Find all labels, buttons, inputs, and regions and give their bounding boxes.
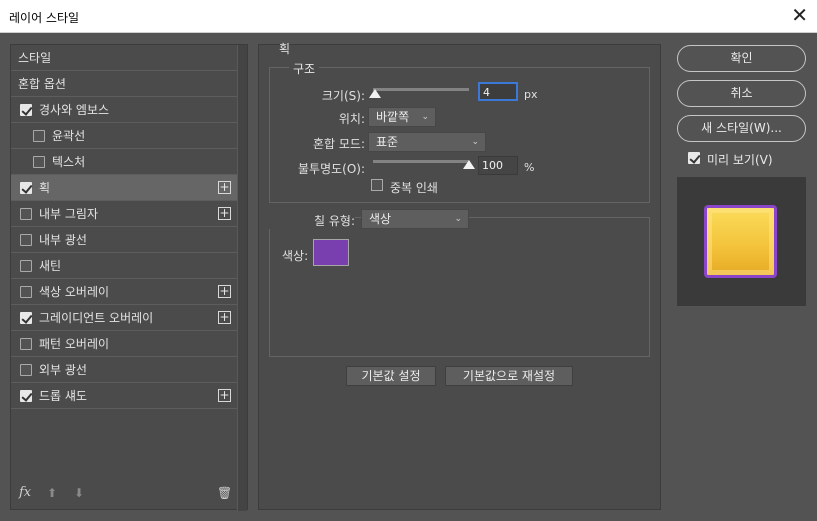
style-item[interactable]: 내부 광선: [11, 227, 237, 253]
stroke-settings-panel: 획 구조 크기(S): 4 px 위치: 바깥쪽 ⌄ 혼합 모드: 표준 ⌄ 불…: [258, 42, 661, 510]
style-item-label: 경사와 엠보스: [39, 103, 110, 117]
style-item-label: 획: [39, 181, 51, 195]
style-checkbox[interactable]: [20, 286, 32, 298]
chevron-down-icon: ⌄: [454, 214, 462, 224]
position-label: 위치:: [338, 112, 365, 126]
reset-default-button[interactable]: 기본값으로 재설정: [445, 366, 573, 386]
style-item-label: 새틴: [39, 259, 62, 273]
style-item[interactable]: 획 +: [11, 175, 237, 201]
opacity-slider-thumb[interactable]: [463, 160, 475, 169]
style-item-label: 내부 광선: [39, 233, 87, 247]
color-label: 색상:: [282, 249, 309, 263]
make-default-button[interactable]: 기본값 설정: [346, 366, 436, 386]
position-value: 바깥쪽: [376, 110, 410, 124]
style-item[interactable]: 혼합 옵션: [11, 71, 237, 97]
size-input[interactable]: 4: [478, 82, 518, 101]
opacity-label: 불투명도(O):: [297, 162, 365, 176]
style-item-label: 패턴 오버레이: [39, 337, 110, 351]
add-effect-icon[interactable]: +: [218, 207, 231, 220]
move-up-icon[interactable]: ⬆: [47, 486, 57, 500]
style-item-label: 내부 그림자: [39, 207, 99, 221]
preview-thumbnail: [704, 205, 777, 278]
close-icon[interactable]: ✕: [791, 4, 808, 26]
styles-panel: 스타일 혼합 옵션 경사와 엠보스 윤곽선 텍스처 획 + 내부 그림자 + 내부 광선 새틴 색상 …: [10, 44, 248, 511]
blend-mode-label: 혼합 모드:: [312, 137, 365, 151]
preview-checkbox[interactable]: [688, 152, 700, 164]
color-swatch[interactable]: [313, 239, 349, 266]
styles-scrollbar[interactable]: [237, 45, 247, 511]
style-item[interactable]: 드롭 섀도 +: [11, 383, 237, 409]
section-title: 획: [279, 42, 291, 56]
fx-icon[interactable]: fx: [19, 485, 31, 500]
preview-label: 미리 보기(V): [707, 153, 773, 167]
chevron-down-icon: ⌄: [471, 137, 479, 147]
style-item-label: 그레이디언트 오버레이: [39, 311, 154, 325]
style-item[interactable]: 그레이디언트 오버레이 +: [11, 305, 237, 331]
style-checkbox[interactable]: [20, 312, 32, 324]
style-item-label: 드롭 섀도: [39, 389, 87, 403]
size-slider-track[interactable]: [373, 88, 469, 91]
style-item[interactable]: 스타일: [11, 45, 237, 71]
add-effect-icon[interactable]: +: [218, 311, 231, 324]
blend-mode-value: 표준: [376, 135, 399, 149]
overprint-checkbox[interactable]: [371, 179, 383, 191]
fill-type-value: 색상: [369, 212, 392, 226]
style-item-label: 외부 광선: [39, 363, 87, 377]
style-item-label: 혼합 옵션: [18, 77, 66, 91]
size-unit: px: [524, 88, 538, 101]
style-checkbox[interactable]: [20, 364, 32, 376]
cancel-button[interactable]: 취소: [677, 80, 806, 107]
style-item[interactable]: 외부 광선: [11, 357, 237, 383]
ok-button[interactable]: 확인: [677, 45, 806, 72]
opacity-unit: %: [524, 161, 535, 174]
add-effect-icon[interactable]: +: [218, 285, 231, 298]
style-item[interactable]: 패턴 오버레이: [11, 331, 237, 357]
style-item[interactable]: 새틴: [11, 253, 237, 279]
position-dropdown[interactable]: 바깥쪽 ⌄: [368, 107, 436, 127]
style-item-label: 텍스처: [52, 155, 86, 169]
fill-group: [269, 217, 650, 357]
dialog-title: 레이어 스타일: [9, 11, 80, 25]
style-item-label: 색상 오버레이: [39, 285, 110, 299]
style-item[interactable]: 경사와 엠보스: [11, 97, 237, 123]
chevron-down-icon: ⌄: [421, 112, 429, 122]
size-slider-thumb[interactable]: [368, 89, 381, 98]
styles-footer: fx ⬆ ⬇ 🗑: [11, 481, 237, 509]
overprint-label: 중복 인쇄: [390, 181, 438, 195]
style-item-label: 윤곽선: [52, 129, 86, 143]
fill-type-dropdown[interactable]: 색상 ⌄: [361, 209, 469, 229]
opacity-slider-track[interactable]: [373, 160, 469, 163]
add-effect-icon[interactable]: +: [218, 389, 231, 402]
style-checkbox[interactable]: [33, 130, 45, 142]
style-checkbox[interactable]: [33, 156, 45, 168]
dialog-titlebar: 레이어 스타일 ✕: [0, 0, 817, 33]
size-label: 크기(S):: [321, 89, 365, 103]
style-item[interactable]: 텍스처: [11, 149, 237, 175]
style-checkbox[interactable]: [20, 390, 32, 402]
blend-mode-dropdown[interactable]: 표준 ⌄: [368, 132, 486, 152]
add-effect-icon[interactable]: +: [218, 181, 231, 194]
style-item-label: 스타일: [18, 51, 52, 65]
style-item[interactable]: 윤곽선: [11, 123, 237, 149]
styles-list: 스타일 혼합 옵션 경사와 엠보스 윤곽선 텍스처 획 + 내부 그림자 + 내부 광선 새틴 색상 …: [11, 45, 237, 409]
opacity-input[interactable]: 100: [478, 156, 518, 175]
style-checkbox[interactable]: [20, 182, 32, 194]
style-preview: [677, 177, 806, 306]
style-checkbox[interactable]: [20, 208, 32, 220]
style-checkbox[interactable]: [20, 338, 32, 350]
style-checkbox[interactable]: [20, 104, 32, 116]
style-checkbox[interactable]: [20, 234, 32, 246]
style-item[interactable]: 색상 오버레이 +: [11, 279, 237, 305]
fill-type-label: 칠 유형:: [269, 212, 355, 229]
style-item[interactable]: 내부 그림자 +: [11, 201, 237, 227]
structure-title: 구조: [289, 60, 320, 77]
trash-icon[interactable]: 🗑: [217, 486, 232, 500]
move-down-icon[interactable]: ⬇: [74, 486, 84, 500]
new-style-button[interactable]: 새 스타일(W)...: [677, 115, 806, 142]
style-checkbox[interactable]: [20, 260, 32, 272]
